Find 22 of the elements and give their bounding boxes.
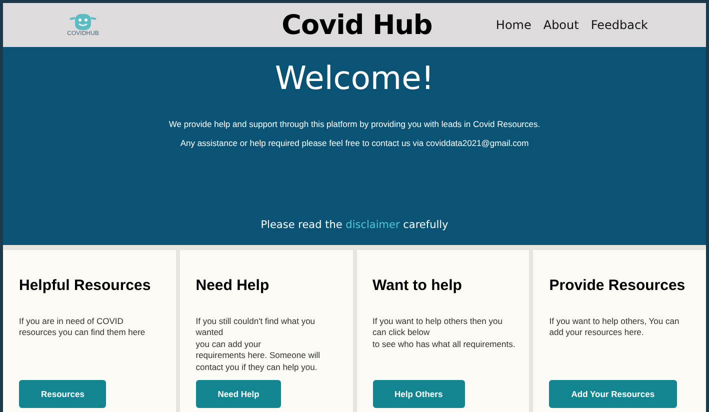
mask-logo-icon — [68, 13, 98, 31]
disclaimer-notice: Please read the disclaimer carefully — [260, 219, 448, 231]
welcome-heading: Welcome! — [274, 59, 434, 97]
nav-link[interactable]: Home — [496, 18, 532, 32]
card-text: If you are in need of COVID resources you can find them here — [19, 316, 146, 340]
card-title: Helpful Resources — [19, 277, 152, 294]
intro-text: Any assistance or help required please feel free to contact us via coviddata2021@gmail.com — [180, 138, 529, 148]
card-text: If you still couldn't find what you wanted you can add your requirements here. Someone will contact you if they can help you. — [196, 316, 322, 374]
card-button[interactable]: Need Help — [196, 380, 282, 408]
intro-text: We provide help and support through this platform by providing you with leads in Covid Resources. — [168, 119, 540, 129]
nav-link[interactable]: Feedback — [590, 18, 648, 32]
card-text: If you want to help others, You can add your resources here. — [549, 316, 680, 340]
card-title: Want to help — [372, 277, 463, 294]
card-button[interactable]: Resources — [19, 380, 106, 408]
card-text: If you want to help others then you can click below to see who has what all requirements. — [372, 316, 516, 351]
disclaimer-link[interactable]: disclaimer — [346, 219, 400, 231]
site-title: Covid Hub — [280, 10, 434, 40]
card-button[interactable]: Help Others — [372, 380, 465, 408]
card-title: Need Help — [196, 277, 270, 294]
card-button[interactable]: Add Your Resources — [549, 380, 677, 408]
card-title: Provide Resources — [549, 277, 686, 294]
nav-link[interactable]: About — [543, 18, 579, 32]
